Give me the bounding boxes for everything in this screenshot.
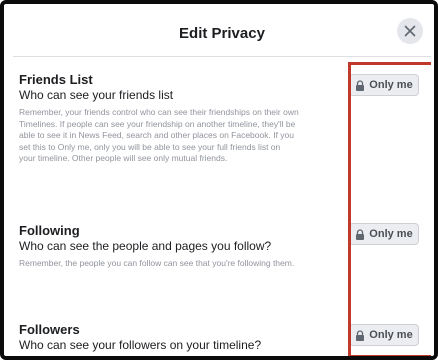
privacy-label: Only me: [369, 79, 413, 91]
highlight-annotation-box: [348, 62, 431, 356]
lock-icon: [356, 228, 365, 240]
screenshot-frame: Edit Privacy Friends List Who can see yo…: [0, 0, 438, 360]
section-title: Friends List: [19, 72, 93, 87]
section-following: Following Who can see the people and pag…: [19, 223, 299, 270]
privacy-label: Only me: [369, 228, 413, 240]
privacy-label: Only me: [369, 329, 413, 341]
section-question: Who can see your followers on your timel…: [19, 338, 262, 352]
lock-icon: [356, 79, 365, 91]
following-privacy-button[interactable]: Only me: [349, 223, 419, 245]
close-button[interactable]: [397, 18, 423, 44]
section-title: Followers: [19, 322, 80, 337]
section-friends-list: Friends List Who can see your friends li…: [19, 72, 299, 165]
section-followers: Followers Who can see your followers on …: [19, 322, 299, 353]
edit-privacy-dialog: Edit Privacy Friends List Who can see yo…: [13, 10, 431, 356]
section-question: Who can see the people and pages you fol…: [19, 239, 272, 253]
section-description: Remember, the people you can follow can …: [19, 258, 295, 268]
followers-privacy-button[interactable]: Only me: [349, 324, 419, 346]
friends-list-privacy-button[interactable]: Only me: [349, 74, 419, 96]
close-icon: [404, 25, 416, 37]
lock-icon: [356, 329, 365, 341]
section-title: Following: [19, 223, 80, 238]
section-question: Who can see your friends list: [19, 88, 174, 102]
dialog-title: Edit Privacy: [179, 25, 265, 42]
section-description: Remember, your friends control who can s…: [19, 107, 299, 163]
dialog-header: Edit Privacy: [13, 10, 431, 57]
